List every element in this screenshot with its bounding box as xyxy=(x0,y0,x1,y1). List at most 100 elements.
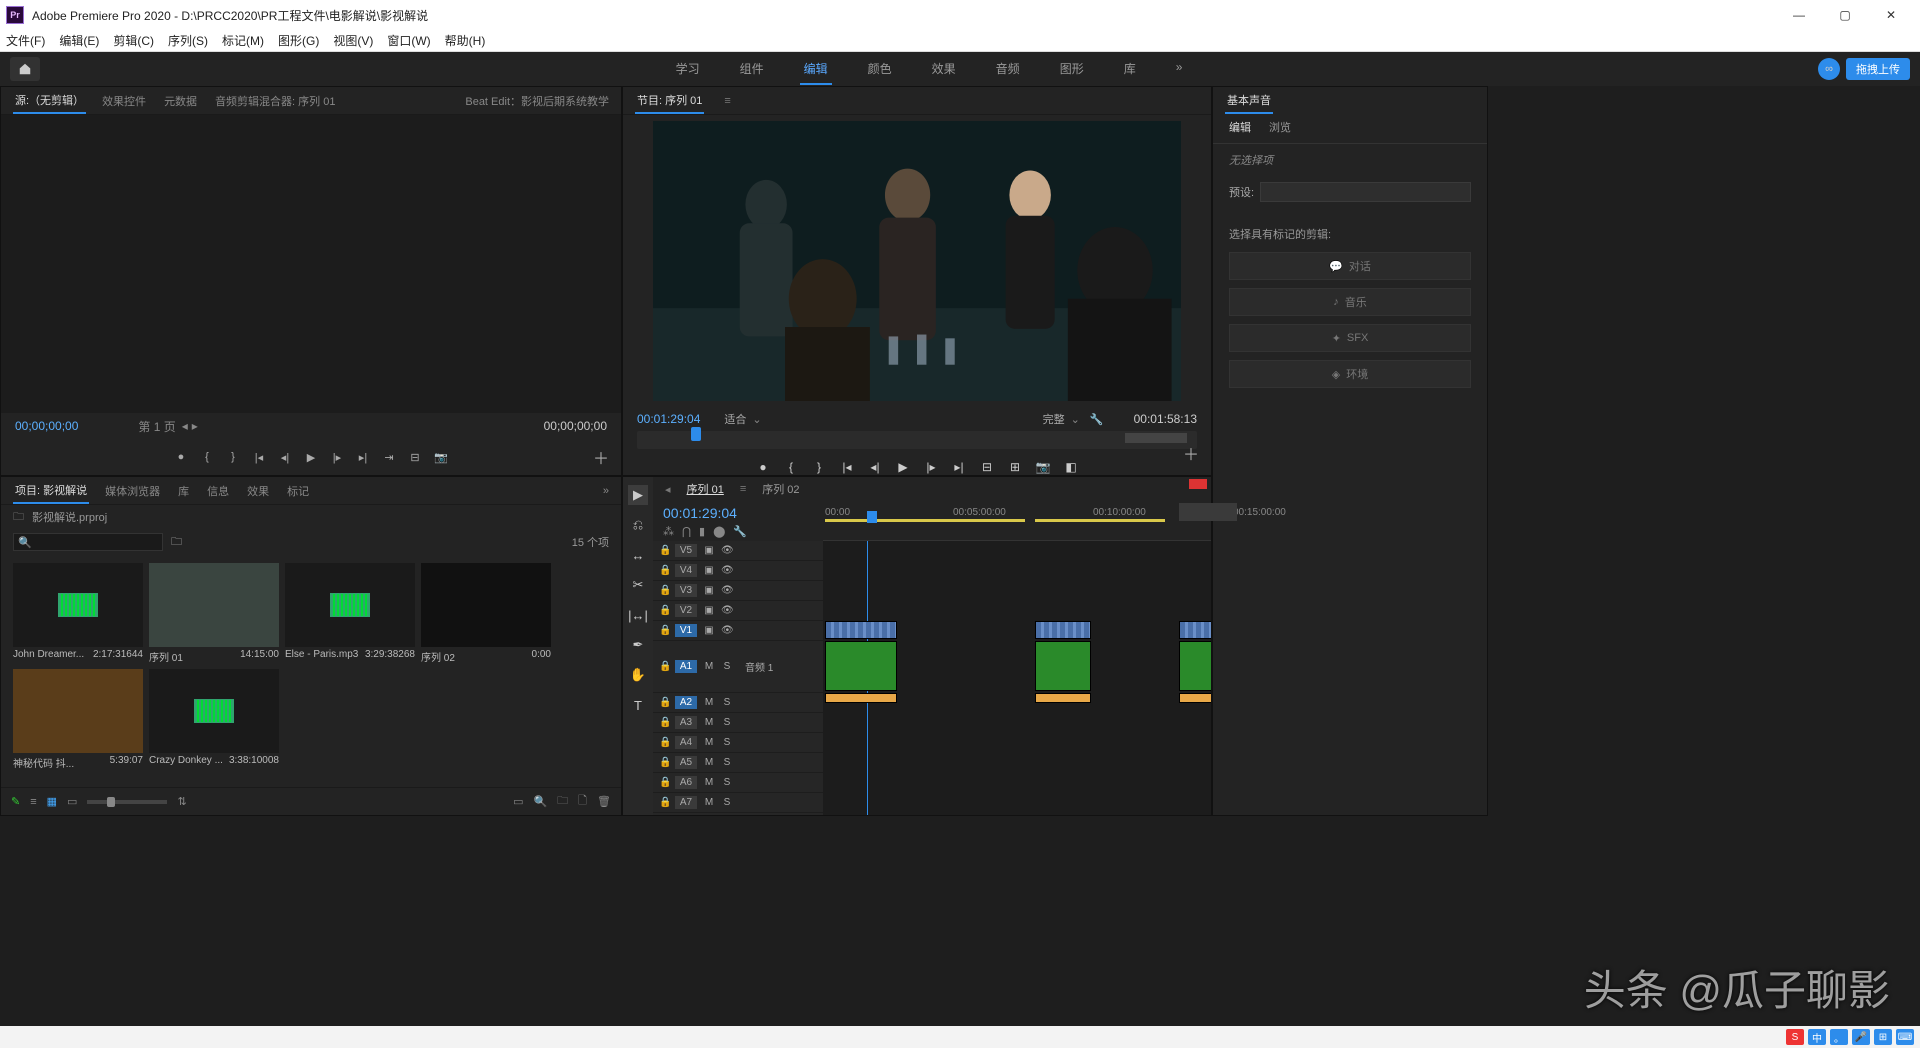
source-viewer[interactable] xyxy=(1,115,621,413)
slip-tool[interactable]: |↔| xyxy=(628,605,648,625)
project-item[interactable]: John Dreamer...2:17:31644 xyxy=(13,563,143,663)
menu-edit[interactable]: 编辑(E) xyxy=(59,32,99,49)
delete-icon[interactable]: 🗑 xyxy=(597,795,611,808)
bin-icon[interactable]: 🗀 xyxy=(13,508,24,527)
track-v1[interactable]: 🔒V1▣👁 xyxy=(653,621,823,641)
tab-metadata[interactable]: 元数据 xyxy=(162,89,199,113)
ws-editing[interactable]: 编辑 xyxy=(800,54,832,85)
linked-selection-icon[interactable]: ⋂ xyxy=(682,525,691,538)
tab-beat-edit[interactable]: Beat Edit：影视后期系统教学 xyxy=(465,93,609,109)
program-tc-left[interactable]: 00:01:29:04 xyxy=(637,412,700,426)
ess-btn-sfx[interactable]: ✦SFX xyxy=(1229,324,1471,352)
ws-color[interactable]: 颜色 xyxy=(864,54,896,85)
thumbnail-size-slider[interactable] xyxy=(87,800,167,804)
step-fwd-icon[interactable]: |▸ xyxy=(330,450,344,464)
timeline-tab-seq1[interactable]: 序列 01 xyxy=(687,481,724,497)
home-button[interactable] xyxy=(10,57,40,81)
new-item-icon[interactable]: 🗋 xyxy=(578,792,587,811)
audio-clip[interactable] xyxy=(825,641,897,691)
in-point-icon[interactable]: { xyxy=(200,450,214,464)
video-clip[interactable] xyxy=(1179,621,1211,639)
write-icon[interactable]: ✎ xyxy=(11,795,20,808)
type-tool[interactable]: T xyxy=(628,695,648,715)
ws-effects[interactable]: 效果 xyxy=(928,54,960,85)
tab-essential-sound[interactable]: 基本声音 xyxy=(1225,88,1273,114)
ess-btn-ambience[interactable]: ◈环境 xyxy=(1229,360,1471,388)
maximize-button[interactable]: ▢ xyxy=(1822,0,1868,30)
freeform-view-icon[interactable]: ▭ xyxy=(67,795,77,808)
selection-tool[interactable]: ▶ xyxy=(628,485,648,505)
insert-icon[interactable]: ⇥ xyxy=(382,450,396,464)
project-item[interactable]: 神秘代码 抖...5:39:07 xyxy=(13,669,143,769)
track-a1[interactable]: 🔒A1MS音频 1 xyxy=(653,641,823,693)
ess-btn-dialogue[interactable]: 💬对话 xyxy=(1229,252,1471,280)
ws-assembly[interactable]: 组件 xyxy=(736,54,768,85)
track-v4[interactable]: 🔒V4▣👁 xyxy=(653,561,823,581)
auto-sequence-icon[interactable]: ▭ xyxy=(513,795,523,808)
track-a7[interactable]: 🔒A7MS xyxy=(653,793,823,813)
ess-tab-edit[interactable]: 编辑 xyxy=(1229,119,1251,135)
project-item[interactable]: 序列 0114:15:00 xyxy=(149,563,279,663)
goto-out-icon[interactable]: ▸| xyxy=(356,450,370,464)
play-icon[interactable]: ▶ xyxy=(304,450,318,464)
tab-project[interactable]: 项目: 影视解说 xyxy=(13,478,89,504)
timeline-timecode[interactable]: 00:01:29:04 xyxy=(663,505,813,521)
menu-help[interactable]: 帮助(H) xyxy=(445,32,486,49)
in-out-range[interactable] xyxy=(1179,503,1237,521)
menu-clip[interactable]: 剪辑(C) xyxy=(113,32,154,49)
track-a3[interactable]: 🔒A3MS xyxy=(653,713,823,733)
icon-view-icon[interactable]: ▦ xyxy=(47,795,57,808)
hand-tool[interactable]: ✋ xyxy=(628,665,648,685)
audio-clip[interactable] xyxy=(1179,693,1211,703)
program-viewer[interactable] xyxy=(653,121,1181,401)
program-menu-icon[interactable]: ≡ xyxy=(724,95,730,107)
step-back-icon[interactable]: ◂| xyxy=(868,460,882,474)
project-search-input[interactable]: 🔍 xyxy=(13,533,163,551)
video-clip[interactable] xyxy=(825,621,897,639)
audio-clip[interactable] xyxy=(1035,641,1091,691)
menu-sequence[interactable]: 序列(S) xyxy=(168,32,208,49)
wrench-icon[interactable]: 🔧 xyxy=(733,525,747,538)
program-playhead[interactable] xyxy=(691,427,701,441)
snap-icon[interactable]: ⁂ xyxy=(663,525,674,538)
program-scrubber[interactable] xyxy=(637,431,1197,449)
out-point-icon[interactable]: } xyxy=(226,450,240,464)
program-tc-right[interactable]: 00:01:58:13 xyxy=(1134,412,1197,426)
tab-media-browser[interactable]: 媒体浏览器 xyxy=(103,479,162,503)
timeline-menu-icon[interactable]: ◂ xyxy=(665,483,671,496)
razor-tool[interactable]: ✂ xyxy=(628,575,648,595)
timeline-clips-area[interactable] xyxy=(823,541,1211,815)
cloud-icon[interactable]: ∞ xyxy=(1818,58,1840,80)
project-item[interactable]: Else - Paris.mp33:29:38268 xyxy=(285,563,415,663)
source-tc-right[interactable]: 00;00;00;00 xyxy=(544,419,607,433)
minimize-button[interactable]: — xyxy=(1776,0,1822,30)
pen-tool[interactable]: ✒ xyxy=(628,635,648,655)
compare-icon[interactable]: ◧ xyxy=(1064,460,1078,474)
tab-info[interactable]: 信息 xyxy=(205,479,231,503)
menu-window[interactable]: 窗口(W) xyxy=(387,32,430,49)
lift-icon[interactable]: ⊟ xyxy=(980,460,994,474)
project-item[interactable]: 序列 020:00 xyxy=(421,563,551,663)
menu-graphics[interactable]: 图形(G) xyxy=(278,32,319,49)
marker-icon[interactable]: ● xyxy=(756,460,770,474)
tab-libraries[interactable]: 库 xyxy=(176,479,191,503)
track-v5[interactable]: 🔒V5▣👁 xyxy=(653,541,823,561)
video-clip[interactable] xyxy=(1035,621,1091,639)
ime-bar[interactable]: S中。 🎤⊞⌨ xyxy=(1786,1029,1920,1045)
list-view-icon[interactable]: ≡ xyxy=(30,796,36,808)
goto-in-icon[interactable]: |◂ xyxy=(252,450,266,464)
program-zoom-fit[interactable]: 适合 xyxy=(724,411,746,427)
settings-icon[interactable]: ⬤ xyxy=(713,525,725,538)
step-fwd-icon[interactable]: |▸ xyxy=(924,460,938,474)
chevron-down-icon[interactable]: ⌄ xyxy=(1071,413,1080,426)
tab-effect-controls[interactable]: 效果控件 xyxy=(100,89,148,113)
marker-icon[interactable]: ● xyxy=(174,450,188,464)
ess-btn-music[interactable]: ♪音乐 xyxy=(1229,288,1471,316)
page-prev-icon[interactable]: ◂ xyxy=(182,419,188,433)
marker-icon[interactable]: ▮ xyxy=(699,525,705,538)
tab-markers[interactable]: 标记 xyxy=(285,479,311,503)
track-a6[interactable]: 🔒A6MS xyxy=(653,773,823,793)
track-select-tool[interactable]: ⎌ xyxy=(628,515,648,535)
chevron-down-icon[interactable]: ⌄ xyxy=(752,413,761,426)
audio-clip[interactable] xyxy=(1035,693,1091,703)
